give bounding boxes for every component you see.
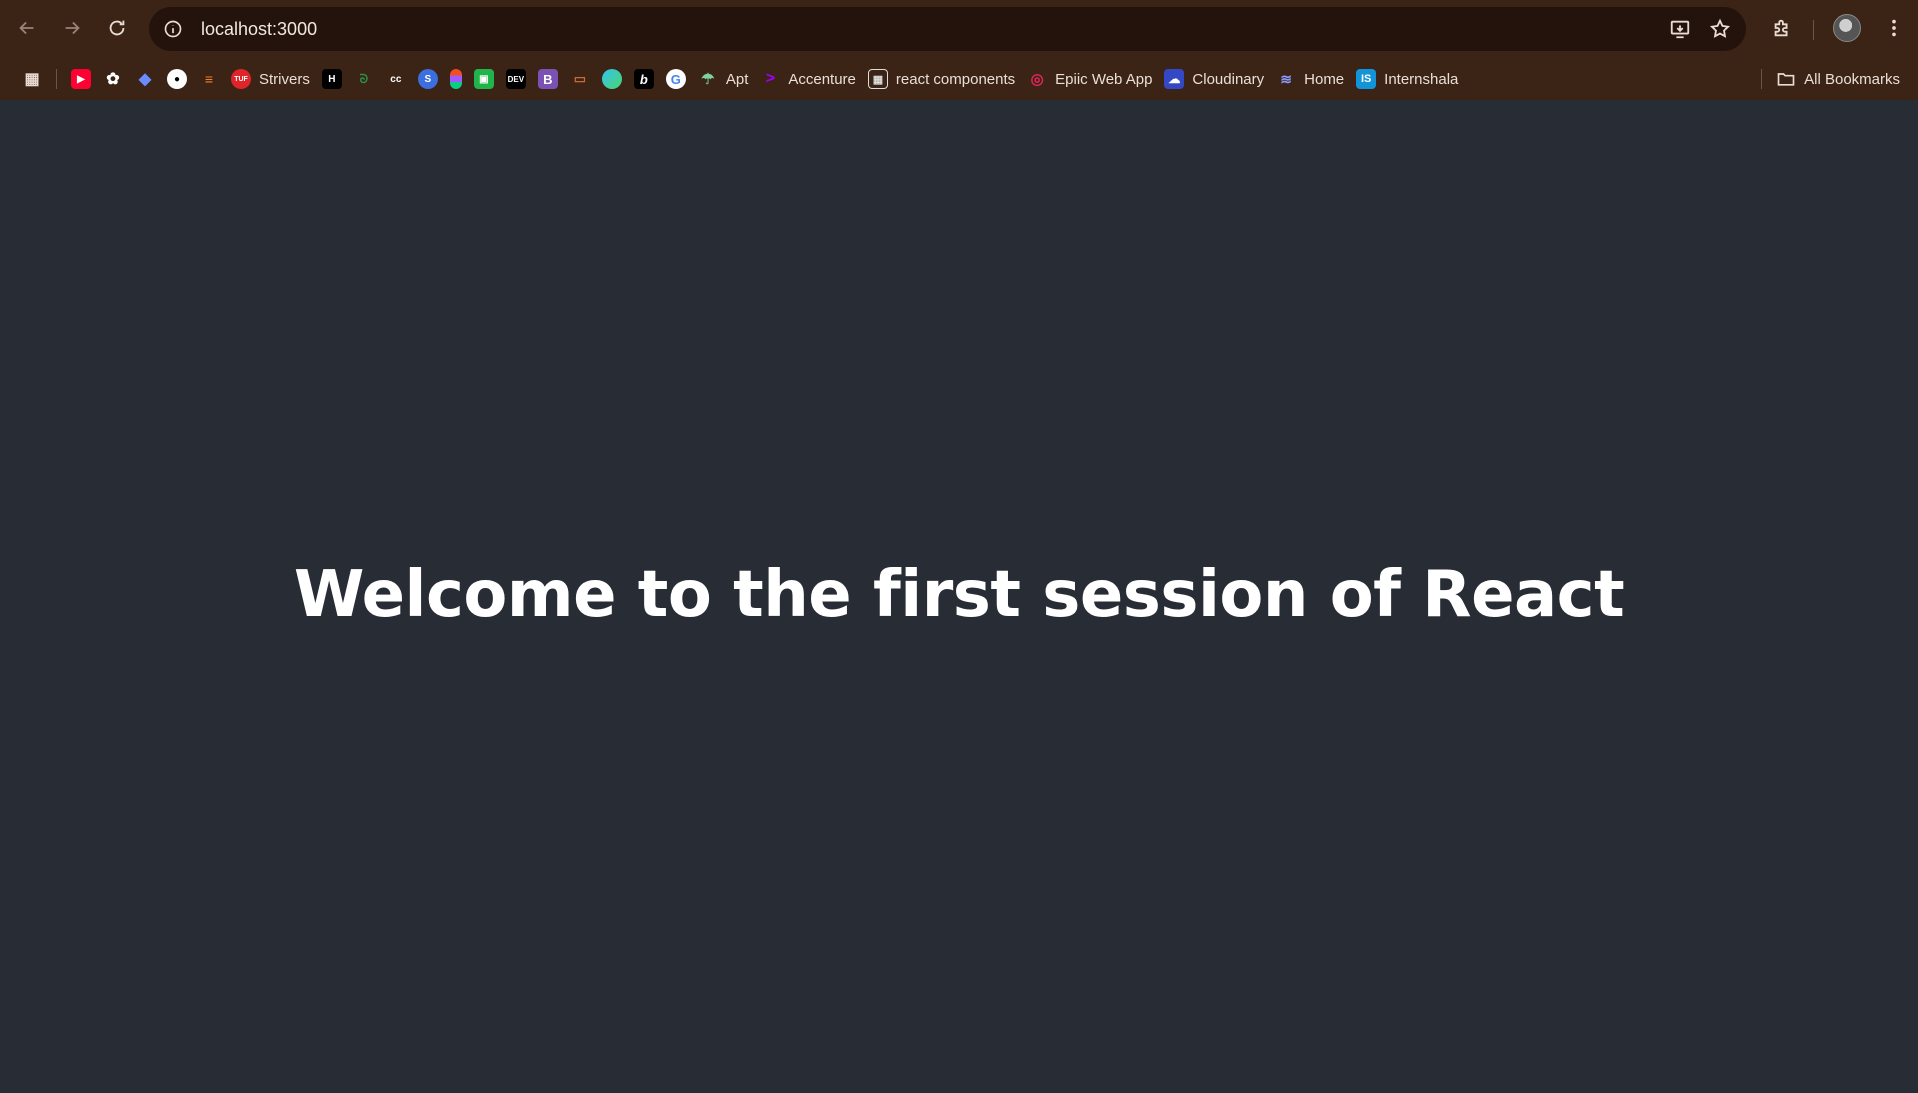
apps-grid-icon: ▦ xyxy=(24,71,40,88)
epiic-icon: ◎ xyxy=(1030,71,1044,88)
profile-avatar[interactable] xyxy=(1833,14,1861,42)
components-icon: ▦ xyxy=(867,69,888,89)
codechef-icon: cc xyxy=(390,73,402,85)
green-app-icon: ▣ xyxy=(473,69,494,89)
bookmark-cloudinary[interactable]: ☁ Cloudinary xyxy=(1158,63,1270,95)
github-icon: ● xyxy=(167,69,187,89)
bookmark-image[interactable]: ▭ xyxy=(564,63,596,95)
bookmarks-bar: ▦ ▶ ✿ ◆ ● ≡ TUF Strivers H ᘐ cc S ▣ DEV B… xyxy=(0,58,1918,100)
google-icon: G xyxy=(665,69,686,89)
bookmark-edge[interactable] xyxy=(596,63,628,95)
deepseek-icon: ◆ xyxy=(138,71,152,88)
edge-icon xyxy=(601,69,622,89)
internshala-icon: IS xyxy=(1356,69,1377,89)
bookmark-geeksforgeeks[interactable]: ᘐ xyxy=(348,63,380,95)
bookmark-strivers[interactable]: TUF Strivers xyxy=(225,63,316,95)
browser-frame: localhost:3000 ▦ ▶ ✿ ◆ ● ≡ TUF Strivers … xyxy=(0,0,1918,100)
bookmark-label: Cloudinary xyxy=(1192,70,1265,88)
browser-toolbar: localhost:3000 xyxy=(0,0,1918,58)
toolbar-divider xyxy=(1813,20,1814,40)
bookmark-codechef[interactable]: cc xyxy=(380,63,412,95)
hackerearth-icon: H xyxy=(321,69,342,89)
accenture-icon: > xyxy=(765,70,776,87)
bookmark-stack[interactable]: ≡ xyxy=(193,63,225,95)
image-icon: ▭ xyxy=(573,71,586,86)
bookmark-label: react components xyxy=(895,70,1016,88)
s-icon: S xyxy=(417,69,438,89)
apps-button[interactable]: ▦ xyxy=(16,63,48,95)
bookmark-youtube[interactable]: ▶ xyxy=(65,63,97,95)
cloudinary-icon: ☁ xyxy=(1164,69,1185,89)
bookmarks-divider xyxy=(1761,69,1763,89)
menu-button[interactable] xyxy=(1876,10,1912,46)
install-app-button[interactable] xyxy=(1664,13,1696,45)
chatgpt-icon: ✿ xyxy=(106,71,120,88)
home-wave-icon: ≋ xyxy=(1280,70,1292,87)
bookmark-home[interactable]: ≋ Home xyxy=(1270,63,1350,95)
bookmark-s[interactable]: S xyxy=(412,63,444,95)
bookmark-star-button[interactable] xyxy=(1704,13,1736,45)
b-icon: b xyxy=(633,69,654,89)
bookmark-epiic-web-app[interactable]: ◎ Epiic Web App xyxy=(1021,63,1158,95)
bookmark-chatgpt[interactable]: ✿ xyxy=(97,63,129,95)
geeksforgeeks-icon: ᘐ xyxy=(359,71,369,86)
extensions-button[interactable] xyxy=(1764,10,1800,46)
bookmark-b[interactable]: b xyxy=(628,63,660,95)
bookmark-deepseek[interactable]: ◆ xyxy=(129,63,161,95)
bookmark-dev[interactable]: DEV xyxy=(500,63,532,95)
puzzle-icon xyxy=(1774,19,1788,37)
bookmark-label: Internshala xyxy=(1384,70,1459,88)
bookmark-react-components[interactable]: ▦ react components xyxy=(862,63,1021,95)
bookmark-green-app[interactable]: ▣ xyxy=(468,63,500,95)
star-icon xyxy=(1709,18,1731,38)
bookmark-figma[interactable] xyxy=(444,63,468,95)
folder-icon xyxy=(1776,69,1796,89)
dev-icon: DEV xyxy=(505,69,526,89)
bookmark-label: Apt xyxy=(725,70,749,88)
bootstrap-icon: B xyxy=(537,69,558,89)
bookmark-label: Strivers xyxy=(259,70,310,88)
bookmark-label: Accenture xyxy=(788,70,856,88)
reload-button[interactable] xyxy=(99,10,135,46)
page-heading: Welcome to the first session of React xyxy=(293,558,1625,632)
bookmark-hackerearth[interactable]: H xyxy=(316,63,348,95)
back-button[interactable] xyxy=(9,10,45,46)
arrow-right-icon xyxy=(65,21,80,35)
bookmark-label: Epiic Web App xyxy=(1055,70,1153,88)
address-bar[interactable]: localhost:3000 xyxy=(149,7,1746,51)
bookmark-github[interactable]: ● xyxy=(161,63,193,95)
bookmark-label: Home xyxy=(1304,70,1345,88)
bookmark-apt[interactable]: ☂ Apt xyxy=(692,63,755,95)
arrow-left-icon xyxy=(19,21,34,35)
all-bookmarks-button[interactable]: All Bookmarks xyxy=(1747,63,1906,95)
figma-icon xyxy=(449,69,462,89)
install-icon xyxy=(1670,20,1690,39)
tuf-icon: TUF xyxy=(231,69,251,89)
all-bookmarks-label: All Bookmarks xyxy=(1804,70,1900,88)
youtube-icon: ▶ xyxy=(71,69,91,89)
reload-icon xyxy=(109,20,125,36)
bookmark-google[interactable]: G xyxy=(660,63,692,95)
bookmarks-divider xyxy=(56,69,57,89)
apt-icon: ☂ xyxy=(701,71,715,88)
more-vertical-icon xyxy=(1892,19,1896,37)
forward-button[interactable] xyxy=(54,10,90,46)
bookmark-accenture[interactable]: > Accenture xyxy=(754,63,862,95)
page-viewport: Welcome to the first session of React xyxy=(0,100,1918,1093)
site-info-icon[interactable] xyxy=(158,14,188,44)
url-text[interactable]: localhost:3000 xyxy=(201,19,317,40)
stack-icon: ≡ xyxy=(204,71,214,87)
bookmark-internshala[interactable]: IS Internshala xyxy=(1350,63,1464,95)
bookmark-bootstrap[interactable]: B xyxy=(532,63,564,95)
